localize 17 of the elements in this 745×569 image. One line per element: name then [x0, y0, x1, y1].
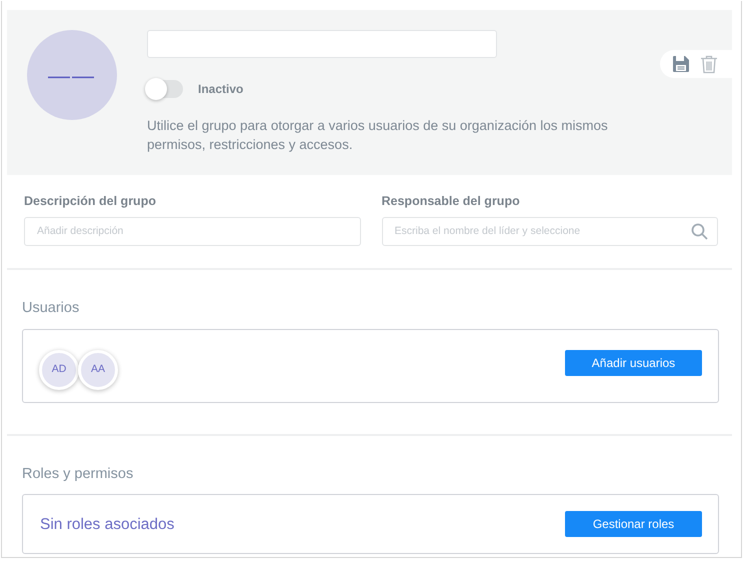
field-label: Descripción del grupo — [24, 193, 157, 210]
search-icon[interactable] — [691, 222, 708, 240]
empty-roles-text: Sin roles asociados — [40, 514, 174, 535]
status-label: Inactivo — [198, 81, 244, 98]
delete-icon[interactable] — [700, 54, 718, 74]
section-title: Roles y permisos — [22, 464, 134, 484]
group-description: Utilice el grupo para otorgar a varios usuarios de su organización los mismos permisos, restricciones y accesos. — [147, 117, 609, 154]
field-label: Responsable del grupo — [382, 193, 521, 210]
description-field[interactable]: Añadir descripción — [24, 216, 360, 246]
section-title: Usuarios — [22, 298, 80, 318]
search-field[interactable]: Escriba el nombre del líder y seleccione — [382, 216, 718, 246]
add-users-button[interactable]: Añadir usuarios — [565, 350, 702, 376]
name-field[interactable] — [147, 30, 497, 58]
save-icon[interactable] — [672, 55, 690, 73]
manage-roles-button[interactable]: Gestionar roles — [565, 511, 702, 538]
status-toggle[interactable] — [147, 80, 183, 98]
group-avatar: —— — [27, 30, 117, 120]
